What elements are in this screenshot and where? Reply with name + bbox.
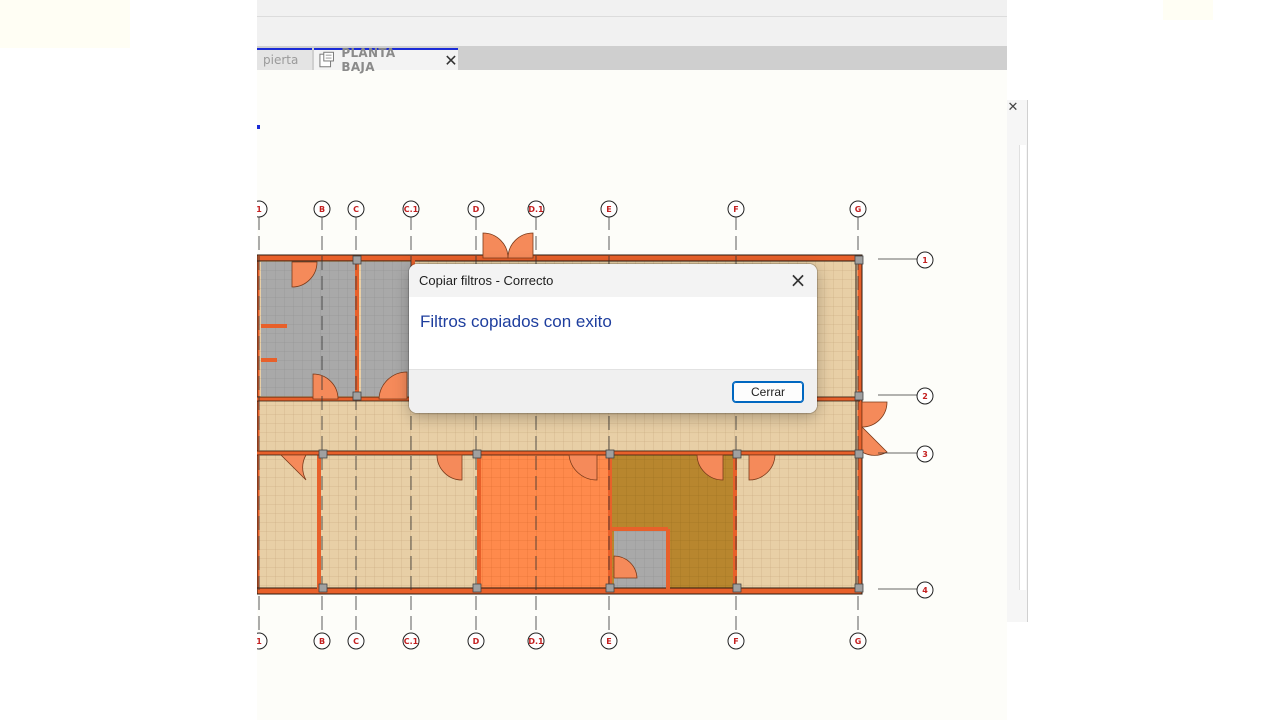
close-button[interactable]: Cerrar [732, 381, 804, 403]
ribbon-area [257, 0, 1007, 47]
background-patch [1163, 0, 1213, 20]
panel-scrollbar[interactable] [1019, 145, 1026, 590]
grid-bubble: D.1 [527, 200, 545, 218]
grid-bubble-label: D.1 [528, 637, 544, 646]
grid-bubble: D [467, 632, 485, 650]
grid-bubble: 1 [257, 200, 268, 218]
panel-close-icon[interactable]: ✕ [1005, 100, 1021, 116]
copy-filters-dialog: Copiar filtros - Correcto × Filtros copi… [409, 264, 817, 413]
view-tab-strip: pierta PLANTA BAJA ✕ [257, 46, 1007, 74]
grid-bubble-label: 1 [257, 205, 262, 214]
grid-bubble: 2 [916, 387, 934, 405]
grid-bubble-label: C [353, 637, 359, 646]
grid-bubble-label: D [473, 637, 480, 646]
grid-bubble-label: G [855, 637, 862, 646]
tab-previous-view[interactable]: pierta [257, 48, 312, 70]
grid-bubble: 3 [916, 445, 934, 463]
grid-bubble: E [600, 632, 618, 650]
grid-bubble: F [727, 632, 745, 650]
dialog-titlebar[interactable]: Copiar filtros - Correcto × [409, 264, 817, 297]
grid-bubble: C [347, 632, 365, 650]
grid-bubble-label: D.1 [528, 205, 544, 214]
grid-bubble-label: 1 [257, 637, 262, 646]
grid-bubble-label: C [353, 205, 359, 214]
grid-bubble: G [849, 632, 867, 650]
tab-close-icon[interactable]: ✕ [444, 51, 458, 70]
grid-bubble-label: B [319, 637, 325, 646]
grid-bubble: 1 [916, 251, 934, 269]
room-floor-gray [261, 262, 355, 396]
grid-bubble: F [727, 200, 745, 218]
grid-bubble: D [467, 200, 485, 218]
grid-bubble-label: 1 [922, 256, 928, 265]
tab-previous-label: pierta [263, 53, 299, 67]
grid-bubble-label: E [606, 637, 611, 646]
grid-bubbles-top: 1 B C C.1 D D.1 E F G [257, 200, 867, 218]
grid-bubble-label: E [606, 205, 611, 214]
grid-bubble: C [347, 200, 365, 218]
grid-bubble-label: D [473, 205, 480, 214]
grid-bubble-label: 2 [922, 392, 928, 401]
grid-bubble: C.1 [402, 632, 420, 650]
grid-bubble-label: 3 [922, 450, 928, 459]
ribbon-divider [257, 16, 1007, 17]
grid-bubble-label: 4 [922, 586, 928, 595]
grid-bubble: G [849, 200, 867, 218]
grid-bubble-label: G [855, 205, 862, 214]
dialog-footer: Cerrar [409, 369, 817, 413]
grid-bubbles-bottom: 1 B C C.1 D D.1 E F G [257, 632, 867, 650]
dialog-message: Filtros copiados con exito [420, 312, 612, 331]
tab-planta-baja[interactable]: PLANTA BAJA ✕ [314, 46, 458, 74]
grid-bubble-label: F [733, 637, 738, 646]
grid-bubble-label: B [319, 205, 325, 214]
grid-bubble: B [313, 200, 331, 218]
grid-row-lines [878, 258, 917, 590]
grid-bubble: 1 [257, 632, 268, 650]
grid-bubble-label: F [733, 205, 738, 214]
grid-bubble: D.1 [527, 632, 545, 650]
grid-bubble-label: C.1 [404, 205, 419, 214]
dialog-close-icon[interactable]: × [785, 268, 811, 292]
grid-bubble: C.1 [402, 200, 420, 218]
grid-bubbles-right: 1 2 3 4 [916, 251, 934, 599]
grid-bubble-label: C.1 [404, 637, 419, 646]
floor-plan-view-icon [319, 51, 334, 68]
grid-bubble: 4 [916, 581, 934, 599]
grid-bubble: E [600, 200, 618, 218]
grid-bubble: B [313, 632, 331, 650]
background-patch [0, 0, 130, 48]
dialog-title: Copiar filtros - Correcto [419, 273, 554, 288]
